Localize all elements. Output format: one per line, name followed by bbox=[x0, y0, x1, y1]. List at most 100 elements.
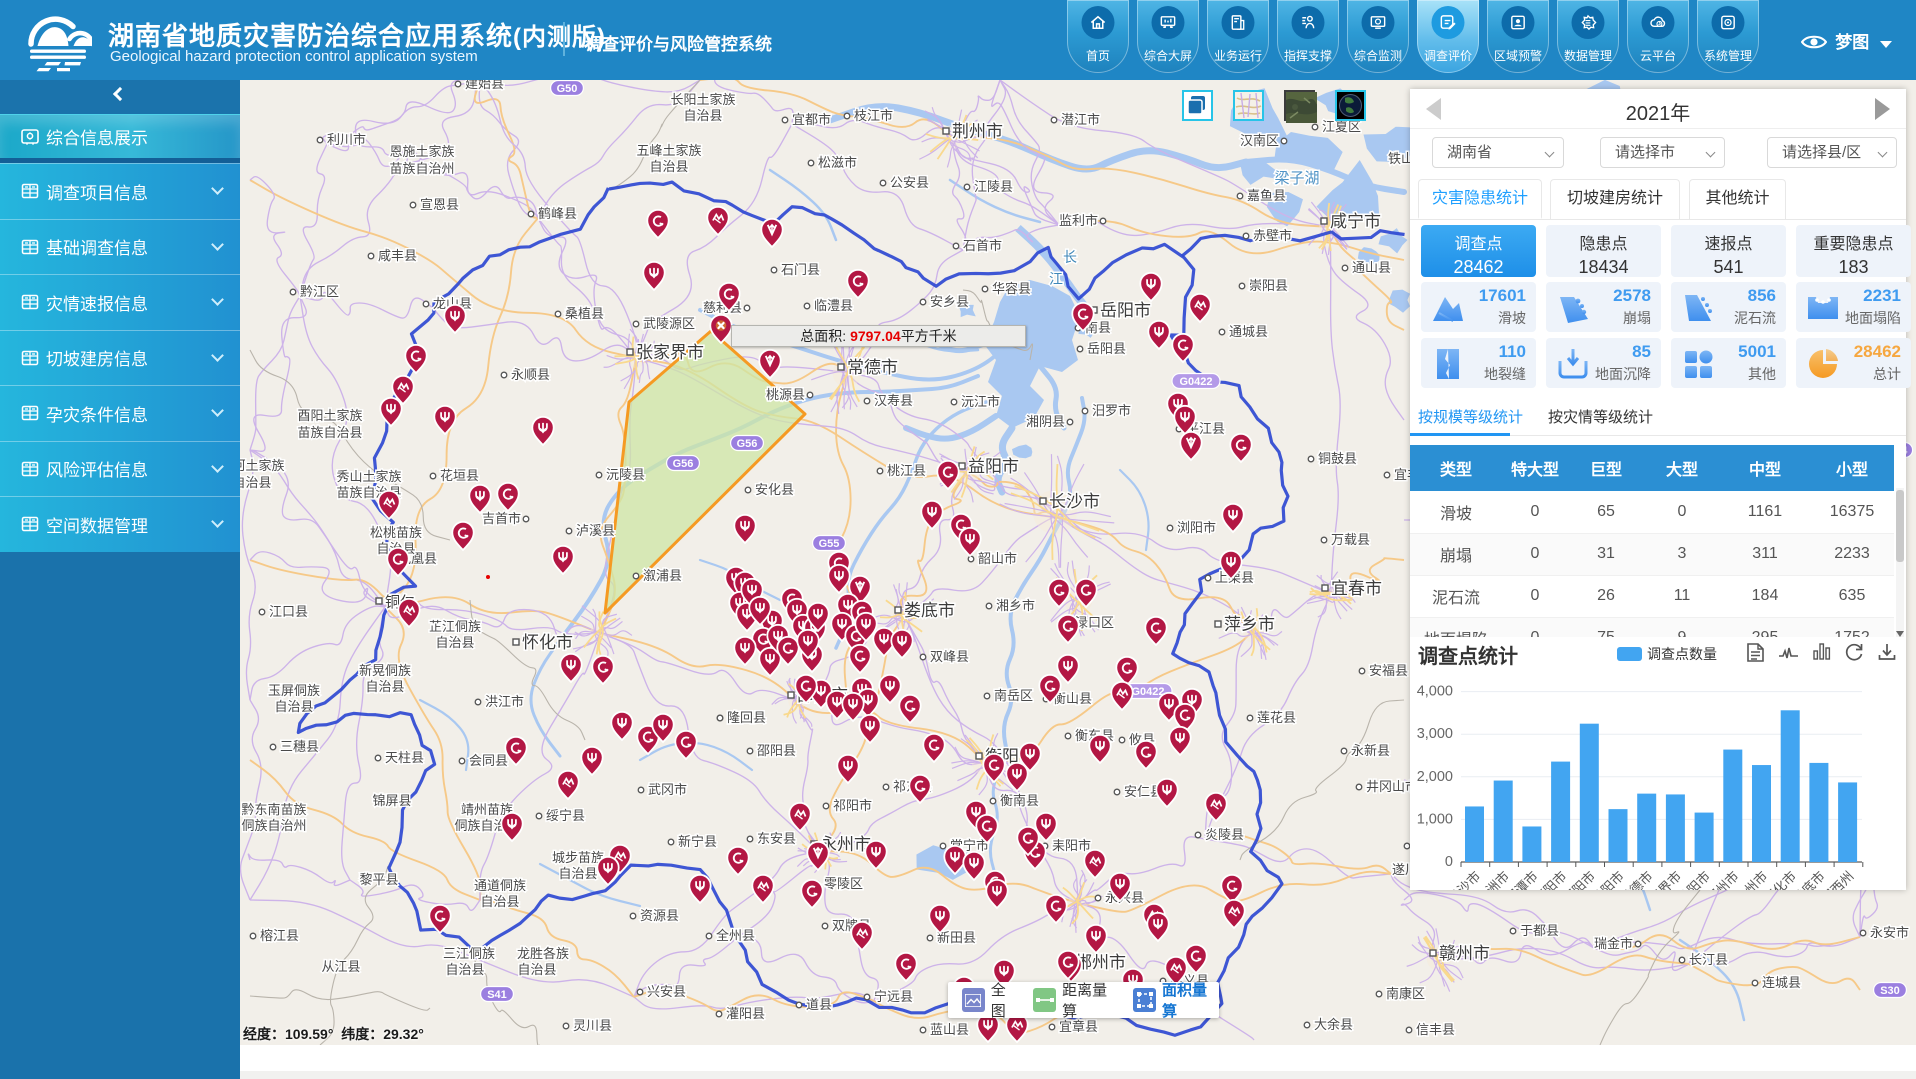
svg-text:莲花县: 莲花县 bbox=[1257, 710, 1296, 725]
svg-text:溆浦县: 溆浦县 bbox=[643, 568, 682, 583]
svg-text:酉阳土家族: 酉阳土家族 bbox=[297, 408, 362, 423]
svg-text:通道侗族: 通道侗族 bbox=[474, 878, 526, 893]
svg-text:榕江县: 榕江县 bbox=[260, 928, 299, 943]
svg-text:华容县: 华容县 bbox=[992, 281, 1031, 296]
svg-text:自治县: 自治县 bbox=[365, 679, 404, 694]
svg-text:从江县: 从江县 bbox=[321, 959, 360, 974]
svg-text:常德市: 常德市 bbox=[847, 358, 898, 377]
svg-text:黔东南苗族: 黔东南苗族 bbox=[241, 802, 306, 817]
svg-text:自治县: 自治县 bbox=[480, 894, 519, 909]
svg-text:潜江市: 潜江市 bbox=[1061, 112, 1100, 127]
svg-text:东安县: 东安县 bbox=[757, 831, 796, 846]
svg-text:建始县: 建始县 bbox=[465, 80, 504, 91]
svg-text:长汀县: 长汀县 bbox=[1689, 952, 1728, 967]
svg-text:S30: S30 bbox=[1880, 985, 1900, 997]
svg-text:武冈市: 武冈市 bbox=[648, 782, 687, 797]
svg-text:道县: 道县 bbox=[806, 997, 832, 1012]
svg-text:渌口区: 渌口区 bbox=[1075, 615, 1114, 630]
svg-text:灵川县: 灵川县 bbox=[573, 1018, 612, 1033]
svg-text:安福县: 安福县 bbox=[1369, 663, 1408, 678]
svg-text:鹤峰县: 鹤峰县 bbox=[538, 206, 577, 221]
svg-text:沅陵县: 沅陵县 bbox=[606, 467, 645, 482]
svg-text:宜春市: 宜春市 bbox=[1331, 579, 1382, 598]
svg-text:永新县: 永新县 bbox=[1351, 743, 1390, 758]
svg-text:自治县: 自治县 bbox=[683, 108, 722, 123]
svg-text:零陵区: 零陵区 bbox=[824, 876, 863, 891]
svg-text:大余县: 大余县 bbox=[1314, 1017, 1353, 1032]
svg-text:花垣县: 花垣县 bbox=[440, 468, 479, 483]
svg-text:江口县: 江口县 bbox=[269, 604, 308, 619]
svg-text:萍乡市: 萍乡市 bbox=[1224, 615, 1275, 634]
svg-text:沅江市: 沅江市 bbox=[961, 394, 1000, 409]
svg-text:通城县: 通城县 bbox=[1229, 324, 1268, 339]
svg-text:G55: G55 bbox=[819, 538, 840, 550]
svg-text:咸宁市: 咸宁市 bbox=[1330, 212, 1381, 231]
svg-text:江陵县: 江陵县 bbox=[974, 179, 1013, 194]
svg-text:自治县: 自治县 bbox=[558, 866, 597, 881]
svg-text:S41: S41 bbox=[487, 989, 507, 1001]
svg-text:会同县: 会同县 bbox=[469, 753, 508, 768]
svg-text:瑞金市: 瑞金市 bbox=[1594, 936, 1633, 951]
svg-text:1,000: 1,000 bbox=[1417, 811, 1453, 827]
svg-text:赣州市: 赣州市 bbox=[1439, 944, 1490, 963]
svg-text:荆州市: 荆州市 bbox=[952, 122, 1003, 141]
svg-text:三江侗族: 三江侗族 bbox=[443, 946, 495, 961]
svg-text:汨罗市: 汨罗市 bbox=[1092, 403, 1131, 418]
svg-text:双峰县: 双峰县 bbox=[930, 649, 969, 664]
svg-text:桃源县: 桃源县 bbox=[766, 387, 805, 402]
svg-text:岳阳市: 岳阳市 bbox=[1100, 301, 1151, 320]
svg-text:衡南县: 衡南县 bbox=[1000, 793, 1039, 808]
svg-text:G56: G56 bbox=[737, 438, 758, 450]
svg-text:怀化市: 怀化市 bbox=[522, 633, 573, 652]
svg-text:南岳区: 南岳区 bbox=[994, 688, 1033, 703]
svg-text:泸溪县: 泸溪县 bbox=[576, 523, 615, 538]
svg-text:三穗县: 三穗县 bbox=[280, 739, 319, 754]
svg-text:G50: G50 bbox=[557, 83, 578, 95]
svg-text:资源县: 资源县 bbox=[640, 908, 679, 923]
svg-text:芷江侗族: 芷江侗族 bbox=[429, 619, 481, 634]
svg-text:万载县: 万载县 bbox=[1331, 532, 1370, 547]
svg-text:桑植县: 桑植县 bbox=[565, 306, 604, 321]
svg-text:张家界市: 张家界市 bbox=[636, 343, 704, 362]
svg-text:新田县: 新田县 bbox=[937, 930, 976, 945]
svg-text:松滋市: 松滋市 bbox=[818, 155, 857, 170]
svg-text:蓝山县: 蓝山县 bbox=[930, 1022, 969, 1037]
svg-text:黎平县: 黎平县 bbox=[359, 872, 398, 887]
svg-text:4,000: 4,000 bbox=[1417, 684, 1453, 700]
svg-text:秀山土家族: 秀山土家族 bbox=[336, 469, 401, 484]
svg-text:邵阳县: 邵阳县 bbox=[757, 743, 796, 758]
svg-text:监利市: 监利市 bbox=[1059, 213, 1098, 228]
svg-text:安乡县: 安乡县 bbox=[930, 294, 969, 309]
svg-text:连城县: 连城县 bbox=[1762, 975, 1801, 990]
svg-text:自治县: 自治县 bbox=[435, 635, 474, 650]
svg-text:G56: G56 bbox=[673, 458, 694, 470]
svg-text:汉南区: 汉南区 bbox=[1240, 133, 1279, 148]
svg-text:浏阳市: 浏阳市 bbox=[1177, 520, 1216, 535]
svg-text:通山县: 通山县 bbox=[1352, 260, 1391, 275]
svg-text:湘乡市: 湘乡市 bbox=[996, 598, 1035, 613]
svg-text:G0422: G0422 bbox=[1179, 376, 1212, 388]
svg-text:咸丰县: 咸丰县 bbox=[378, 248, 417, 263]
svg-text:石门县: 石门县 bbox=[781, 262, 820, 277]
svg-text:汉寿县: 汉寿县 bbox=[874, 393, 913, 408]
svg-text:锦屏县: 锦屏县 bbox=[372, 793, 411, 808]
svg-text:隆回县: 隆回县 bbox=[727, 710, 766, 725]
svg-text:安化县: 安化县 bbox=[755, 482, 794, 497]
svg-text:宣恩县: 宣恩县 bbox=[420, 197, 459, 212]
svg-text:自治县: 自治县 bbox=[240, 475, 272, 490]
svg-text:长沙市: 长沙市 bbox=[1049, 492, 1100, 511]
svg-text:祁阳市: 祁阳市 bbox=[833, 798, 872, 813]
svg-text:江: 江 bbox=[1049, 271, 1063, 287]
svg-text:嘉鱼县: 嘉鱼县 bbox=[1247, 188, 1286, 203]
svg-text:全州县: 全州县 bbox=[716, 928, 755, 943]
svg-text:新宁县: 新宁县 bbox=[678, 834, 717, 849]
svg-text:沿河土家族: 沿河土家族 bbox=[240, 458, 285, 473]
svg-text:长阳土家族: 长阳土家族 bbox=[670, 92, 735, 107]
svg-text:自治县: 自治县 bbox=[649, 159, 688, 174]
svg-text:耒阳市: 耒阳市 bbox=[1052, 838, 1091, 853]
svg-text:信丰县: 信丰县 bbox=[1416, 1022, 1455, 1037]
svg-text:湘阴县: 湘阴县 bbox=[1026, 414, 1065, 429]
svg-text:郴州市: 郴州市 bbox=[1075, 953, 1126, 972]
svg-text:天柱县: 天柱县 bbox=[385, 750, 424, 765]
svg-text:灌阳县: 灌阳县 bbox=[726, 1006, 765, 1021]
